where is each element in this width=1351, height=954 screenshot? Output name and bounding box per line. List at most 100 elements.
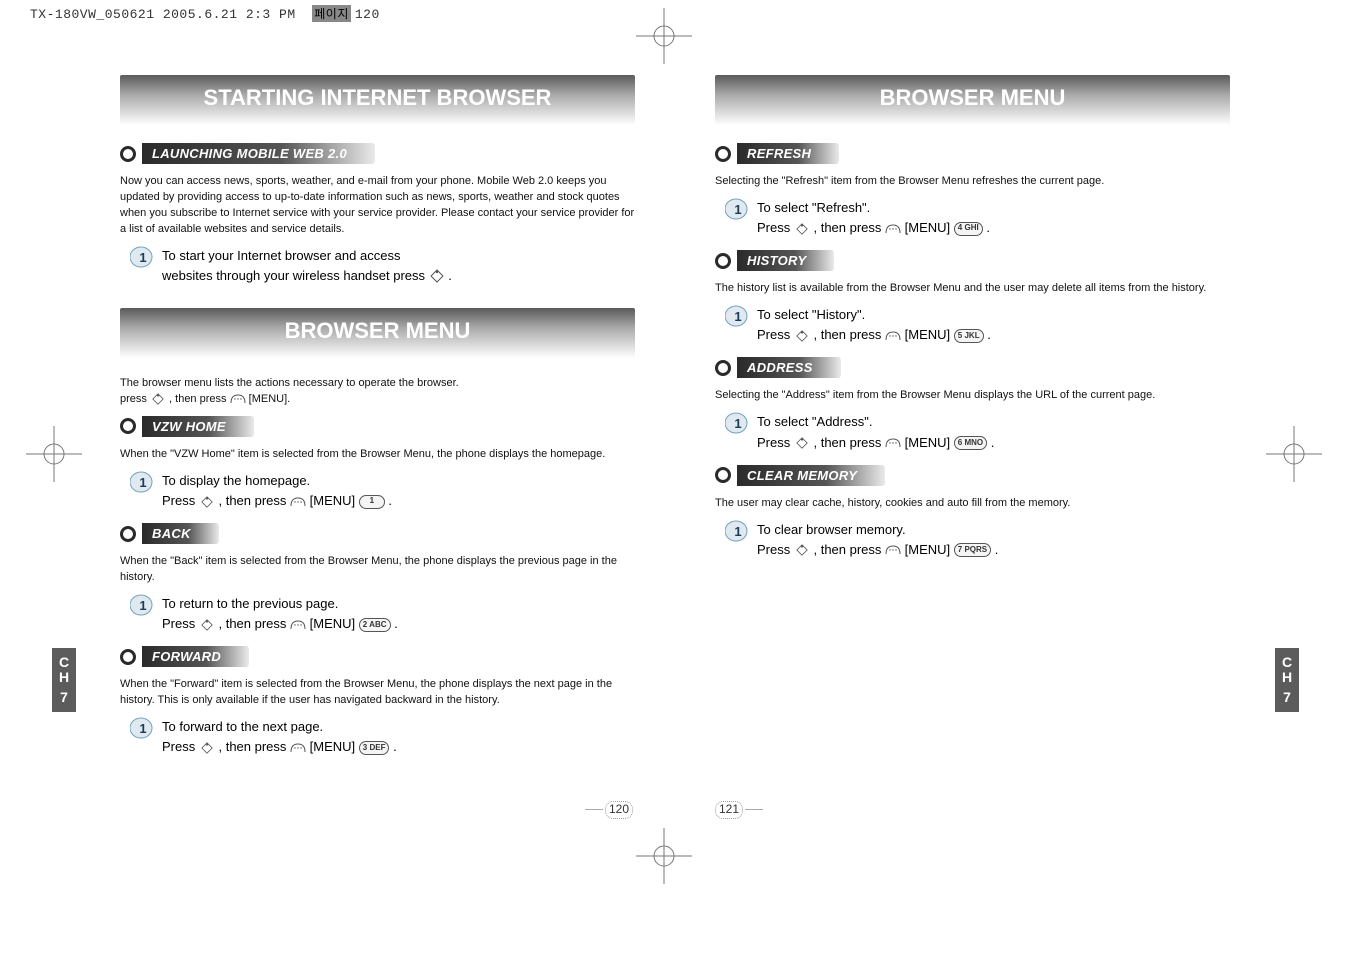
page-number-right: 121: [715, 801, 743, 819]
softkey-icon: [885, 329, 901, 343]
svg-text:1: 1: [734, 416, 741, 431]
svg-text:1: 1: [139, 475, 146, 490]
step-text: To select "History". Press , then press …: [757, 305, 991, 345]
step-number-icon: 1: [130, 594, 154, 616]
heading-label: LAUNCHING MOBILE WEB 2.0: [142, 143, 375, 164]
softkey-icon: [885, 543, 901, 557]
nav-key-icon: [199, 741, 215, 755]
softkey-icon: [885, 222, 901, 236]
forward-step-1: 1 To forward to the next page. Press , t…: [130, 717, 635, 757]
step-number-icon: 1: [130, 717, 154, 739]
clear-memory-body: The user may clear cache, history, cooki…: [715, 496, 1230, 512]
softkey-icon: [290, 618, 306, 632]
registration-mark-icon: [636, 828, 692, 884]
clear-memory-step-1: 1 To clear browser memory. Press , then …: [725, 520, 1230, 560]
heading-label: HISTORY: [737, 250, 834, 271]
step-text: To return to the previous page. Press , …: [162, 594, 398, 634]
history-body: The history list is available from the B…: [715, 281, 1230, 297]
page-tag-number: 120: [355, 7, 380, 22]
bullet-ring-icon: [715, 146, 731, 162]
left-page: STARTING INTERNET BROWSER LAUNCHING MOBI…: [50, 25, 675, 825]
step-number-icon: 1: [725, 412, 749, 434]
address-step-1: 1 To select "Address". Press , then pres…: [725, 412, 1230, 452]
bullet-ring-icon: [120, 649, 136, 665]
keypad-key-icon: 4 GHI: [954, 222, 983, 236]
heading-forward: FORWARD: [120, 646, 635, 667]
page-spread: STARTING INTERNET BROWSER LAUNCHING MOBI…: [50, 25, 1300, 825]
softkey-icon: [230, 392, 246, 406]
heading-label: FORWARD: [142, 646, 249, 667]
page-number-left: 120: [605, 801, 633, 819]
step-number-icon: 1: [130, 246, 154, 268]
keypad-key-icon: 6 MNO: [954, 436, 987, 450]
heading-launching: LAUNCHING MOBILE WEB 2.0: [120, 143, 635, 164]
address-body: Selecting the "Address" item from the Br…: [715, 388, 1230, 404]
file-header: TX-180VW_050621 2005.6.21 2:3 PM 페이지 120: [30, 5, 380, 22]
svg-text:1: 1: [139, 598, 146, 613]
softkey-icon: [885, 436, 901, 450]
bullet-ring-icon: [715, 467, 731, 483]
nav-key-icon: [429, 269, 445, 283]
step-number-icon: 1: [725, 198, 749, 220]
heading-label: VZW HOME: [142, 416, 254, 437]
step-number-icon: 1: [725, 520, 749, 542]
step-number-icon: 1: [725, 305, 749, 327]
keypad-key-icon: 7 PQRS: [954, 543, 991, 557]
heading-back: BACK: [120, 523, 635, 544]
heading-label: REFRESH: [737, 143, 839, 164]
section-title-browser-menu: BROWSER MENU: [120, 308, 635, 358]
step-number-icon: 1: [130, 471, 154, 493]
keypad-key-icon: 5 JKL: [954, 329, 984, 343]
heading-history: HISTORY: [715, 250, 1230, 271]
bullet-ring-icon: [715, 253, 731, 269]
history-step-1: 1 To select "History". Press , then pres…: [725, 305, 1230, 345]
nav-key-icon: [794, 436, 810, 450]
nav-key-icon: [794, 329, 810, 343]
browser-menu-intro: The browser menu lists the actions neces…: [120, 376, 635, 408]
step-text: To clear browser memory. Press , then pr…: [757, 520, 998, 560]
nav-key-icon: [794, 222, 810, 236]
step-text: To forward to the next page. Press , the…: [162, 717, 397, 757]
nav-key-icon: [794, 543, 810, 557]
right-page: BROWSER MENU REFRESH Selecting the "Refr…: [675, 25, 1300, 825]
heading-vzw-home: VZW HOME: [120, 416, 635, 437]
page-title: BROWSER MENU: [715, 75, 1230, 125]
svg-text:1: 1: [734, 309, 741, 324]
keypad-key-icon: 3 DEF: [359, 741, 390, 755]
keypad-key-icon: 2 ABC: [359, 618, 391, 632]
heading-address: ADDRESS: [715, 357, 1230, 378]
bullet-ring-icon: [120, 146, 136, 162]
bullet-ring-icon: [120, 526, 136, 542]
launching-body: Now you can access news, sports, weather…: [120, 174, 635, 238]
back-body: When the "Back" item is selected from th…: [120, 554, 635, 586]
bullet-ring-icon: [120, 418, 136, 434]
page-number-tick: [745, 809, 763, 810]
refresh-step-1: 1 To select "Refresh". Press , then pres…: [725, 198, 1230, 238]
softkey-icon: [290, 741, 306, 755]
page-number-tick: [585, 809, 603, 810]
step-text: To select "Refresh". Press , then press …: [757, 198, 990, 238]
refresh-body: Selecting the "Refresh" item from the Br…: [715, 174, 1230, 190]
heading-label: ADDRESS: [737, 357, 841, 378]
bullet-ring-icon: [715, 360, 731, 376]
page-title: STARTING INTERNET BROWSER: [120, 75, 635, 125]
launching-step-1: 1 To start your Internet browser and acc…: [130, 246, 635, 286]
svg-text:1: 1: [139, 721, 146, 736]
keypad-key-icon: 1: [359, 495, 385, 509]
heading-label: CLEAR MEMORY: [737, 465, 885, 486]
vzw-home-step-1: 1 To display the homepage. Press , then …: [130, 471, 635, 511]
nav-key-icon: [150, 392, 166, 406]
svg-text:1: 1: [734, 524, 741, 539]
step-text: To select "Address". Press , then press …: [757, 412, 994, 452]
file-stamp: TX-180VW_050621 2005.6.21 2:3 PM: [30, 7, 296, 22]
heading-clear-memory: CLEAR MEMORY: [715, 465, 1230, 486]
page-tag-label: 페이지: [312, 5, 351, 22]
step-text: To start your Internet browser and acces…: [162, 246, 452, 286]
nav-key-icon: [199, 618, 215, 632]
nav-key-icon: [199, 495, 215, 509]
step-text: To display the homepage. Press , then pr…: [162, 471, 392, 511]
softkey-icon: [290, 495, 306, 509]
svg-text:1: 1: [734, 202, 741, 217]
forward-body: When the "Forward" item is selected from…: [120, 677, 635, 709]
heading-refresh: REFRESH: [715, 143, 1230, 164]
